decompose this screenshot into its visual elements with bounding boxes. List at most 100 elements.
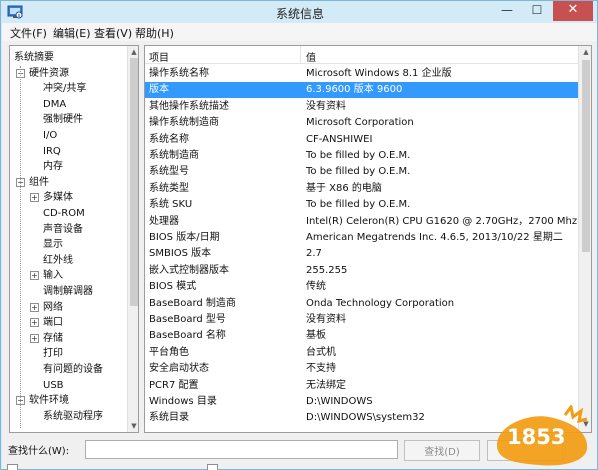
item-cell: 系统目录 <box>149 412 189 424</box>
tree-item-label: 声音设备 <box>43 223 83 235</box>
tree-item-label: 显示 <box>43 239 63 251</box>
tree-item[interactable]: 有问题的设备 <box>43 362 103 377</box>
tree-item[interactable]: DMA <box>43 97 66 112</box>
menu-file[interactable]: 文件(F) <box>10 25 47 41</box>
value-cell: 没有资料 <box>306 100 346 112</box>
tree-item[interactable]: 硬件资源 <box>29 66 69 81</box>
list-row[interactable]: PCR7 配置 无法绑定 <box>145 378 578 394</box>
menu-edit[interactable]: 编辑(E) <box>53 25 91 41</box>
list-row[interactable]: 系统类型 基于 X86 的电脑 <box>145 181 578 197</box>
tree-item[interactable]: 调制解调器 <box>43 284 93 299</box>
tree-item-label: 系统驱动程序 <box>43 410 103 422</box>
list-row[interactable]: 安全启动状态 不支持 <box>145 361 578 377</box>
tree-item[interactable]: 打印 <box>43 346 63 361</box>
value-cell: D:\WINDOWS\system32 <box>306 412 425 424</box>
column-header-item[interactable]: 项目 <box>149 49 169 64</box>
item-cell: BaseBoard 名称 <box>149 330 226 342</box>
tree-item[interactable]: USB <box>43 378 64 393</box>
tree-scroll-thumb[interactable] <box>130 58 138 306</box>
list-row[interactable]: 平台角色 台式机 <box>145 345 578 361</box>
expand-icon[interactable]: + <box>30 333 39 343</box>
tree-item[interactable]: 组件 <box>29 175 49 190</box>
list-row[interactable]: 操作系统制造商 Microsoft Corporation <box>145 115 578 131</box>
value-cell: To be filled by O.E.M. <box>306 166 411 178</box>
tree-item[interactable]: 红外线 <box>43 253 73 268</box>
list-row[interactable]: BIOS 版本/日期 American Megatrends Inc. 4.6.5… <box>145 230 578 246</box>
tree-item[interactable]: 声音设备 <box>43 222 83 237</box>
item-cell: 其他操作系统描述 <box>149 100 229 112</box>
value-cell: Microsoft Corporation <box>306 117 414 129</box>
column-header-value[interactable]: 值 <box>306 49 316 64</box>
list-row[interactable]: 系统制造商 To be filled by O.E.M. <box>145 148 578 164</box>
item-cell: BaseBoard 制造商 <box>149 297 236 309</box>
category-tree[interactable]: ▲ ▼ 系统摘要 硬件资源 − 冲突/共享 DMA 强制硬件 I/O IRQ 内存 组件 − 多媒体 +… <box>9 45 139 433</box>
scroll-up-icon[interactable]: ▲ <box>128 46 138 58</box>
list-row[interactable]: BIOS 模式 传统 <box>145 279 578 295</box>
item-cell: SMBIOS 版本 <box>149 248 212 260</box>
tree-item[interactable]: 软件环境 <box>29 393 69 408</box>
tree-item[interactable]: 输入 <box>43 268 63 283</box>
item-cell: 版本 <box>149 84 169 96</box>
tree-item[interactable]: IRQ <box>43 144 61 159</box>
title-bar[interactable]: 系统信息 — ☐ ✕ <box>1 1 598 23</box>
tree-item-label: 系统摘要 <box>14 52 54 63</box>
tree-item[interactable]: I/O <box>43 128 57 143</box>
search-category-names-checkbox[interactable] <box>207 464 218 470</box>
tree-item[interactable]: 强制硬件 <box>43 112 83 127</box>
list-row[interactable]: 系统 SKU To be filled by O.E.M. <box>145 197 578 213</box>
tree-item[interactable]: 内存 <box>43 159 63 174</box>
tree-item[interactable]: 端口 <box>43 315 63 330</box>
list-row[interactable]: BaseBoard 型号 没有资料 <box>145 312 578 328</box>
scroll-down-icon[interactable]: ▼ <box>128 420 138 432</box>
list-scroll-thumb[interactable] <box>582 60 590 252</box>
item-cell: BaseBoard 型号 <box>149 314 226 325</box>
item-cell: 安全启动状态 <box>149 363 209 375</box>
list-row[interactable]: BaseBoard 制造商 Onda Technology Corporation <box>145 296 578 312</box>
search-selected-category-checkbox[interactable] <box>7 464 18 470</box>
list-row[interactable]: 处理器 Intel(R) Celeron(R) CPU G1620 @ 2.70G… <box>145 214 591 230</box>
details-list[interactable]: 项目 值 操作系统名称 Microsoft Windows 8.1 企业版 版本 6.… <box>144 45 592 433</box>
value-cell: D:\WINDOWS <box>306 396 373 407</box>
minimize-button[interactable]: — <box>493 1 521 21</box>
tree-item-label: IRQ <box>43 145 61 157</box>
tree-item[interactable]: 系统摘要 <box>14 50 54 65</box>
tree-item-label: 红外线 <box>43 254 73 266</box>
tree-item[interactable]: 系统驱动程序 <box>43 409 103 424</box>
value-cell: 不支持 <box>306 363 336 375</box>
find-button[interactable]: 查找(D) <box>404 440 480 461</box>
maximize-button[interactable]: ☐ <box>523 1 551 21</box>
item-cell: 系统 SKU <box>149 199 193 211</box>
expand-icon[interactable]: + <box>30 271 39 281</box>
list-row[interactable]: SMBIOS 版本 2.7 <box>145 246 578 262</box>
tree-item[interactable]: 存储 <box>43 331 63 346</box>
close-button[interactable]: ✕ <box>553 1 593 21</box>
list-scrollbar[interactable]: ▲ ▼ <box>578 46 591 432</box>
list-row[interactable]: 系统名称 CF-ANSHIWEI <box>145 132 578 148</box>
tree-item-label: 调制解调器 <box>43 286 93 297</box>
tree-item[interactable]: CD-ROM <box>43 206 85 221</box>
find-input[interactable] <box>85 440 398 459</box>
tree-item[interactable]: 网络 <box>43 300 63 315</box>
list-row[interactable]: 操作系统名称 Microsoft Windows 8.1 企业版 <box>145 66 578 82</box>
menu-help[interactable]: 帮助(H) <box>135 25 174 41</box>
list-row[interactable]: 系统型号 To be filled by O.E.M. <box>145 164 578 180</box>
tree-item[interactable]: 冲突/共享 <box>43 81 86 96</box>
list-row[interactable]: 其他操作系统描述 没有资料 <box>145 99 578 115</box>
list-row[interactable]: 版本 6.3.9600 版本 9600 <box>145 82 578 99</box>
column-divider[interactable] <box>300 46 301 64</box>
tree-scrollbar[interactable]: ▲ ▼ <box>127 46 138 432</box>
scroll-up-icon[interactable]: ▲ <box>579 46 591 58</box>
list-row[interactable]: 嵌入式控制器版本 255.255 <box>145 263 578 279</box>
expand-icon[interactable]: + <box>30 302 39 312</box>
item-cell: 系统制造商 <box>149 150 199 161</box>
tree-item-label: 输入 <box>43 270 63 282</box>
tree-item[interactable]: 多媒体 <box>43 190 73 205</box>
item-cell: PCR7 配置 <box>149 379 199 391</box>
value-cell: 2.7 <box>306 248 322 260</box>
expand-icon[interactable]: + <box>30 318 39 328</box>
expand-icon[interactable]: + <box>30 193 39 203</box>
menu-view[interactable]: 查看(V) <box>94 25 132 41</box>
tree-item[interactable]: 显示 <box>43 237 63 252</box>
list-row[interactable]: BaseBoard 名称 基板 <box>145 328 578 344</box>
item-cell: 嵌入式控制器版本 <box>149 264 229 276</box>
